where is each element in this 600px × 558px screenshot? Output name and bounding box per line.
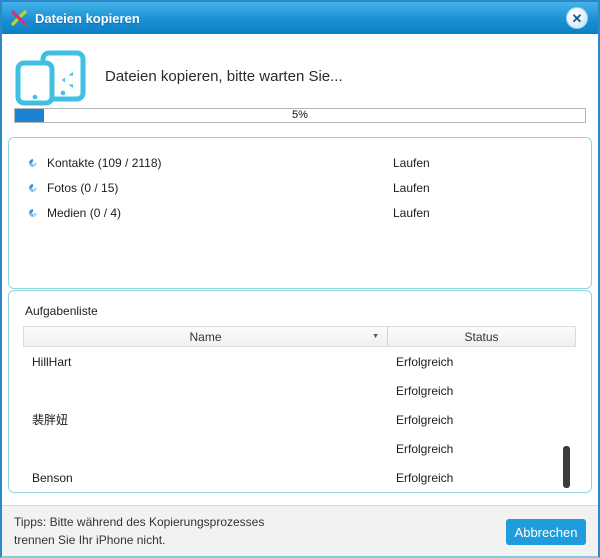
cell-name: 裴胖妞 bbox=[23, 411, 386, 428]
task-table: Name ▼ Status HillHart Erfolgreich Erfol… bbox=[23, 326, 576, 492]
column-label-name: Name bbox=[189, 330, 221, 344]
cell-status: Erfolgreich bbox=[386, 471, 574, 485]
task-label: Medien (0 / 4) bbox=[47, 206, 121, 220]
cell-status: Erfolgreich bbox=[386, 413, 574, 427]
footer-bar: Tipps: Bitte während des Kopierungsproze… bbox=[2, 505, 598, 556]
spinner-icon bbox=[27, 182, 38, 193]
close-button[interactable]: ✕ bbox=[566, 7, 588, 29]
tips-text: Tipps: Bitte während des Kopierungsproze… bbox=[14, 513, 264, 549]
column-header-status[interactable]: Status bbox=[387, 327, 575, 346]
titlebar[interactable]: Dateien kopieren ✕ bbox=[2, 2, 598, 34]
column-header-name[interactable]: Name ▼ bbox=[24, 327, 387, 346]
column-label-status: Status bbox=[464, 330, 498, 344]
cell-status: Erfolgreich bbox=[386, 355, 574, 369]
cancel-button[interactable]: Abbrechen bbox=[506, 519, 586, 545]
task-row-medien: Medien (0 / 4) Laufen bbox=[9, 201, 591, 225]
copy-progress-panel: Kontakte (109 / 2118) Laufen Fotos (0 / … bbox=[8, 137, 592, 289]
task-status: Laufen bbox=[393, 181, 430, 195]
devices-sync-icon bbox=[14, 50, 88, 113]
tips-line-1: Tipps: Bitte während des Kopierungsproze… bbox=[14, 513, 264, 531]
task-label: Fotos (0 / 15) bbox=[47, 181, 118, 195]
progress-percent-label: 5% bbox=[15, 109, 585, 122]
cell-status: Erfolgreich bbox=[386, 384, 574, 398]
spinner-icon bbox=[27, 207, 38, 218]
task-status: Laufen bbox=[393, 206, 430, 220]
cell-name: Benson bbox=[23, 471, 386, 485]
cell-status: Erfolgreich bbox=[386, 442, 574, 456]
table-row[interactable]: Erfolgreich bbox=[23, 434, 576, 463]
sort-arrow-icon[interactable]: ▼ bbox=[372, 333, 379, 340]
task-list-title: Aufgabenliste bbox=[25, 304, 98, 318]
table-row[interactable]: Benson Erfolgreich bbox=[23, 463, 576, 492]
task-row-fotos: Fotos (0 / 15) Laufen bbox=[9, 176, 591, 200]
task-label: Kontakte (109 / 2118) bbox=[47, 156, 162, 170]
task-list-panel: Aufgabenliste Name ▼ Status HillHart Erf… bbox=[8, 290, 592, 493]
table-row[interactable]: 裴胖妞 Erfolgreich bbox=[23, 405, 576, 434]
cell-name: HillHart bbox=[23, 355, 386, 369]
table-header: Name ▼ Status bbox=[23, 326, 576, 347]
header-message: Dateien kopieren, bitte warten Sie... bbox=[105, 68, 343, 85]
progress-bar: 5% bbox=[14, 108, 586, 123]
table-row[interactable]: Erfolgreich bbox=[23, 376, 576, 405]
tips-line-2: trennen Sie Ihr iPhone nicht. bbox=[14, 531, 264, 549]
close-icon: ✕ bbox=[572, 12, 583, 25]
spinner-icon bbox=[27, 157, 38, 168]
app-logo-icon bbox=[10, 9, 28, 27]
scrollbar-thumb[interactable] bbox=[563, 446, 570, 488]
table-row[interactable]: HillHart Erfolgreich bbox=[23, 347, 576, 376]
window-title: Dateien kopieren bbox=[35, 11, 140, 26]
task-status: Laufen bbox=[393, 156, 430, 170]
task-row-kontakte: Kontakte (109 / 2118) Laufen bbox=[9, 151, 591, 175]
copy-files-dialog: Dateien kopieren ✕ Dateien kopieren, bit… bbox=[0, 0, 600, 558]
